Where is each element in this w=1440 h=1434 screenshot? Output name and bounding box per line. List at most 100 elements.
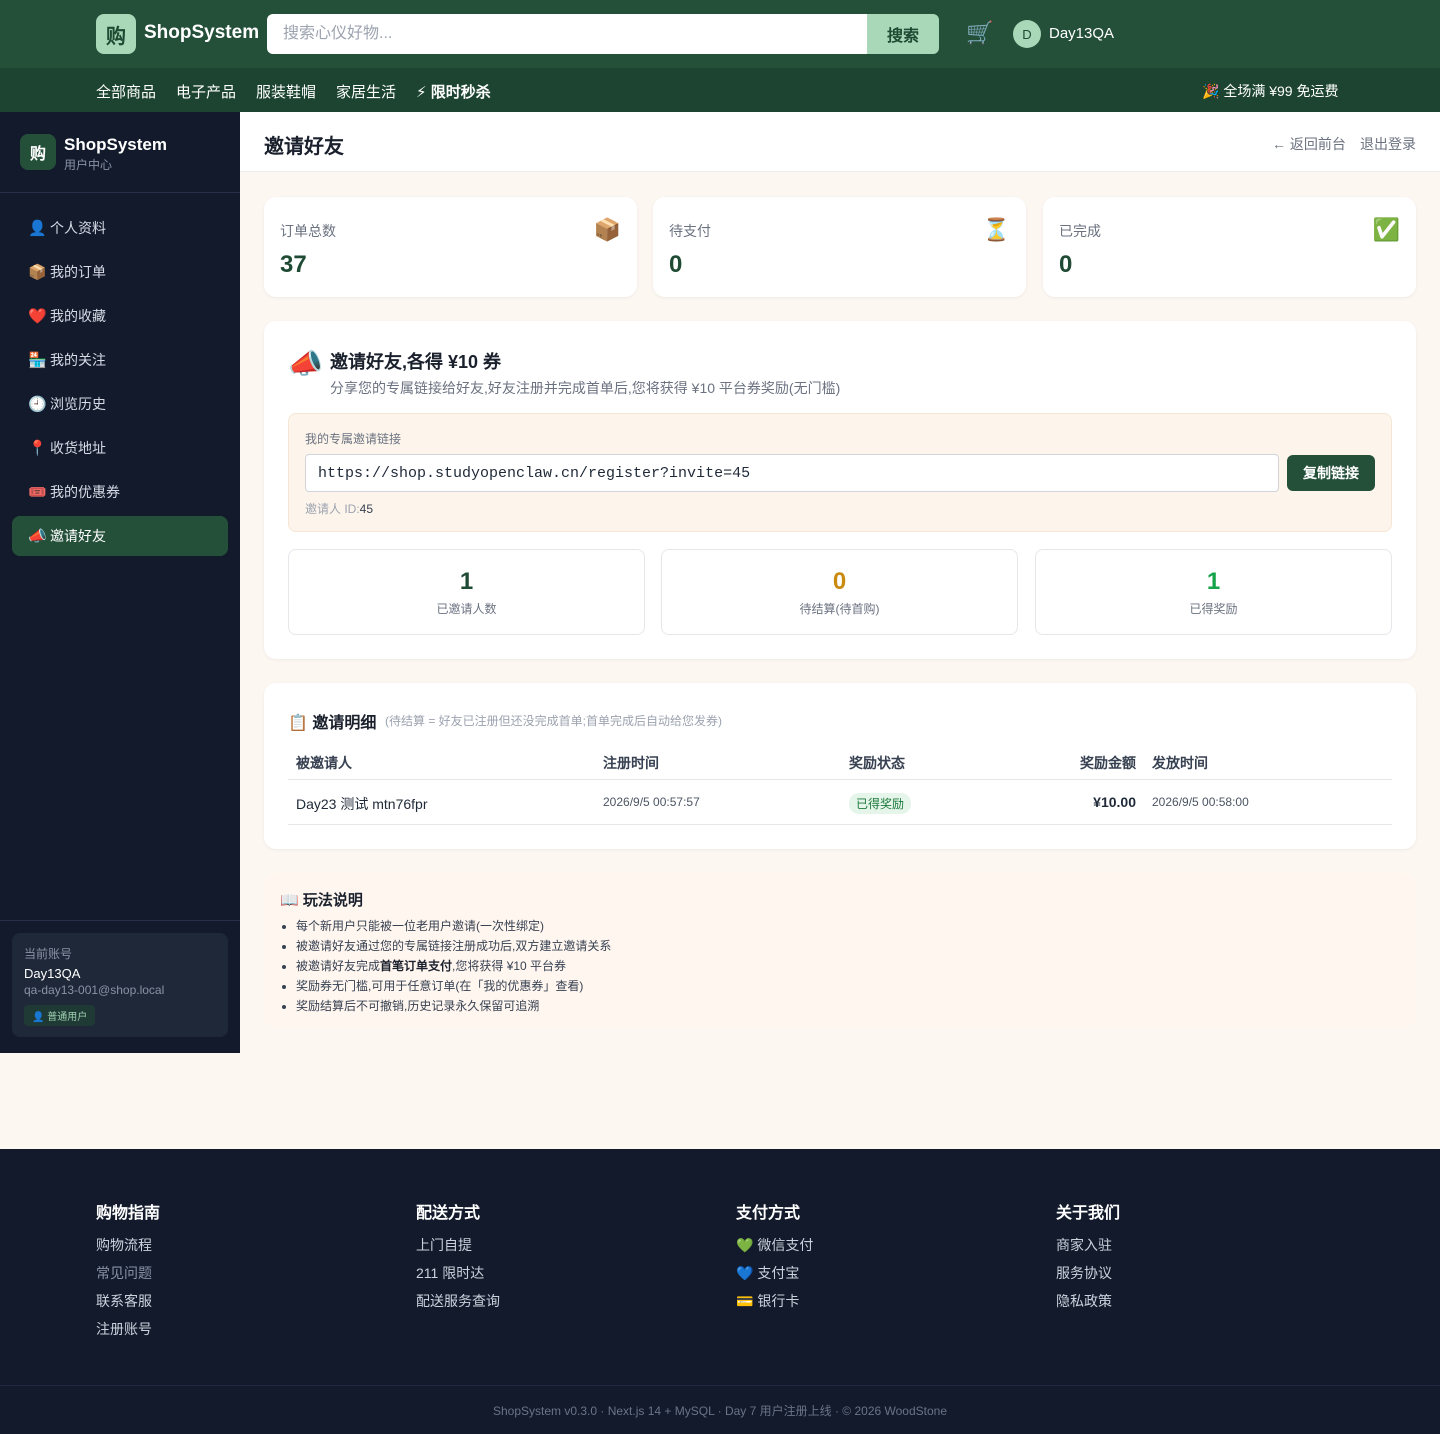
account-name: Day13QA <box>24 966 81 981</box>
logo-icon[interactable]: 购 <box>96 14 136 54</box>
column-header-status: 奖励状态 <box>849 755 905 771</box>
footer-link[interactable]: 商家入驻 <box>1056 1235 1120 1263</box>
invited-count-card: 1 已邀请人数 <box>288 549 645 635</box>
stat-card-pending-payment: 待支付 0 ⏳ <box>653 197 1026 297</box>
ticket-icon: 🎟️ <box>28 484 47 501</box>
megaphone-icon: 📣 <box>288 348 323 379</box>
invite-link-box: 我的专属邀请链接 复制链接 邀请人 ID:45 <box>288 413 1392 532</box>
category-nav: 全部商品 电子产品 服装鞋帽 家居生活 ⚡ 限时秒杀 🎉 全场满 ¥99 免运费 <box>0 68 1440 112</box>
avatar[interactable]: D <box>1013 20 1041 48</box>
rewards-earned-card: 1 已得奖励 <box>1035 549 1392 635</box>
sidebar-item-coupons[interactable]: 🎟️ 我的优惠券 <box>12 472 228 512</box>
footer-link[interactable]: 💳 银行卡 <box>736 1291 813 1319</box>
mini-stat-label: 已邀请人数 <box>436 602 497 616</box>
footer: 购物指南 购物流程 常见问题 联系客服 注册账号 配送方式 上门自提 211 限… <box>0 1149 1440 1434</box>
invite-link-field[interactable] <box>305 454 1279 492</box>
sidebar-item-label: 邀请好友 <box>50 528 106 544</box>
logout-link[interactable]: 退出登录 <box>1360 134 1416 154</box>
stat-label: 已完成 <box>1059 223 1101 239</box>
main-header: 邀请好友 ← 返回前台 退出登录 <box>240 112 1440 172</box>
sidebar-item-following[interactable]: 🏪 我的关注 <box>12 340 228 380</box>
mini-stat-value: 0 <box>832 568 847 595</box>
stat-card-total-orders: 订单总数 37 📦 <box>264 197 637 297</box>
footer-link[interactable]: 常见问题 <box>96 1263 160 1291</box>
list-item: 被邀请好友完成首笔订单支付,您将获得 ¥10 平台券 <box>296 956 611 976</box>
cart-icon[interactable]: 🛒 <box>966 20 993 46</box>
sidebar-item-favorites[interactable]: ❤️ 我的收藏 <box>12 296 228 336</box>
mini-stat-label: 已得奖励 <box>1189 602 1238 616</box>
sidebar-item-history[interactable]: 🕘 浏览历史 <box>12 384 228 424</box>
category-apparel[interactable]: 服装鞋帽 <box>256 81 316 102</box>
category-home[interactable]: 家居生活 <box>336 81 396 102</box>
footer-link[interactable]: 211 限时达 <box>416 1263 500 1291</box>
footer-link[interactable]: 💚 微信支付 <box>736 1235 813 1263</box>
inviter-id: 邀请人 ID:45 <box>305 500 373 517</box>
divider <box>0 1385 1440 1386</box>
user-name[interactable]: Day13QA <box>1049 25 1114 42</box>
footer-link[interactable]: 服务协议 <box>1056 1263 1120 1291</box>
footer-link[interactable]: 配送服务查询 <box>416 1291 500 1319</box>
back-to-store-link[interactable]: ← 返回前台 <box>1272 134 1346 154</box>
footer-link[interactable]: 隐私政策 <box>1056 1291 1120 1319</box>
column-header-amount: 奖励金额 <box>1080 755 1136 771</box>
inviter-id-label: 邀请人 ID: <box>305 502 360 516</box>
sidebar-item-label: 我的订单 <box>50 264 106 280</box>
search-button[interactable]: 搜索 <box>867 14 939 54</box>
footer-link[interactable]: 购物流程 <box>96 1235 160 1263</box>
pending-settlement-card: 0 待结算(待首购) <box>661 549 1018 635</box>
category-flash-sale[interactable]: ⚡ 限时秒杀 <box>416 81 491 102</box>
stat-label: 订单总数 <box>280 223 336 239</box>
account-email: qa-day13-001@shop.local <box>24 983 165 997</box>
sidebar-item-invite[interactable]: 📣 邀请好友 <box>12 516 228 556</box>
footer-column-payment: 支付方式 💚 微信支付 💙 支付宝 💳 银行卡 <box>736 1199 813 1319</box>
sidebar-item-orders[interactable]: 📦 我的订单 <box>12 252 228 292</box>
mini-stat-value: 1 <box>459 568 474 595</box>
role-badge: 👤 普通用户 <box>24 1005 96 1026</box>
category-all[interactable]: 全部商品 <box>96 81 156 102</box>
brand-name[interactable]: ShopSystem <box>144 22 259 44</box>
column-header-invitee: 被邀请人 <box>296 755 352 771</box>
invite-description: 分享您的专属链接给好友,好友注册并完成首单后,您将获得 ¥10 平台券奖励(无门… <box>330 380 841 396</box>
invitee-name: Day23 测试 mtn76fpr <box>296 796 428 812</box>
invite-panel: 📣 邀请好友,各得 ¥10 券 分享您的专属链接给好友,好友注册并完成首单后,您… <box>264 321 1416 659</box>
sidebar: 购 ShopSystem 用户中心 👤 个人资料 📦 我的订单 ❤️ 我的收藏 🏪 我的… <box>0 112 240 1053</box>
stat-label: 待支付 <box>669 223 711 239</box>
divider <box>288 779 1392 780</box>
copyright: ShopSystem v0.3.0 · Next.js 14 + MySQL ·… <box>492 1404 948 1418</box>
category-electronics[interactable]: 电子产品 <box>176 81 236 102</box>
sidebar-subtitle: 用户中心 <box>64 158 113 172</box>
list-item: 奖励结算后不可撤销,历史记录永久保留可追溯 <box>296 996 611 1016</box>
check-icon: ✅ <box>1372 217 1400 242</box>
footer-link[interactable]: 联系客服 <box>96 1291 160 1319</box>
footer-heading: 购物指南 <box>96 1205 161 1222</box>
footer-heading: 支付方式 <box>736 1205 801 1222</box>
package-icon: 📦 <box>593 217 621 242</box>
heart-icon: ❤️ <box>28 308 47 325</box>
sidebar-item-profile[interactable]: 👤 个人资料 <box>12 208 228 248</box>
footer-link[interactable]: 注册账号 <box>96 1319 160 1347</box>
details-note: (待结算 = 好友已注册但还没完成首单;首单完成后自动给您发券) <box>385 714 723 728</box>
details-title: 📋 邀请明细 <box>288 715 377 732</box>
top-header: 购 ShopSystem 搜索 🛒 D Day13QA <box>0 0 1440 68</box>
footer-link[interactable]: 💙 支付宝 <box>736 1263 813 1291</box>
shipping-promo: 🎉 全场满 ¥99 免运费 <box>1202 83 1339 99</box>
copy-link-button[interactable]: 复制链接 <box>1287 455 1375 491</box>
footer-column-guide: 购物指南 购物流程 常见问题 联系客服 注册账号 <box>96 1199 160 1347</box>
account-card: 当前账号 Day13QA qa-day13-001@shop.local 👤 普… <box>12 933 228 1037</box>
issued-time: 2026/9/5 00:58:00 <box>1152 795 1249 809</box>
store-icon: 🏪 <box>28 352 47 369</box>
list-item: 奖励券无门槛,可用于任意订单(在「我的优惠券」查看) <box>296 976 611 996</box>
hourglass-icon: ⏳ <box>982 217 1010 242</box>
stat-value: 0 <box>669 251 683 278</box>
rules-list: 每个新用户只能被一位老用户邀请(一次性绑定) 被邀请好友通过您的专属链接注册成功… <box>296 916 611 1016</box>
package-icon: 📦 <box>28 264 47 281</box>
search-input[interactable] <box>267 14 867 54</box>
sidebar-item-addresses[interactable]: 📍 收货地址 <box>12 428 228 468</box>
footer-column-about: 关于我们 商家入驻 服务协议 隐私政策 <box>1056 1199 1120 1319</box>
divider <box>0 920 240 921</box>
page-title: 邀请好友 <box>264 136 344 158</box>
rules-panel: 📖 玩法说明 每个新用户只能被一位老用户邀请(一次性绑定) 被邀请好友通过您的专… <box>264 873 1416 1028</box>
sidebar-item-label: 我的收藏 <box>50 308 106 324</box>
footer-link[interactable]: 上门自提 <box>416 1235 500 1263</box>
list-item: 每个新用户只能被一位老用户邀请(一次性绑定) <box>296 916 611 936</box>
